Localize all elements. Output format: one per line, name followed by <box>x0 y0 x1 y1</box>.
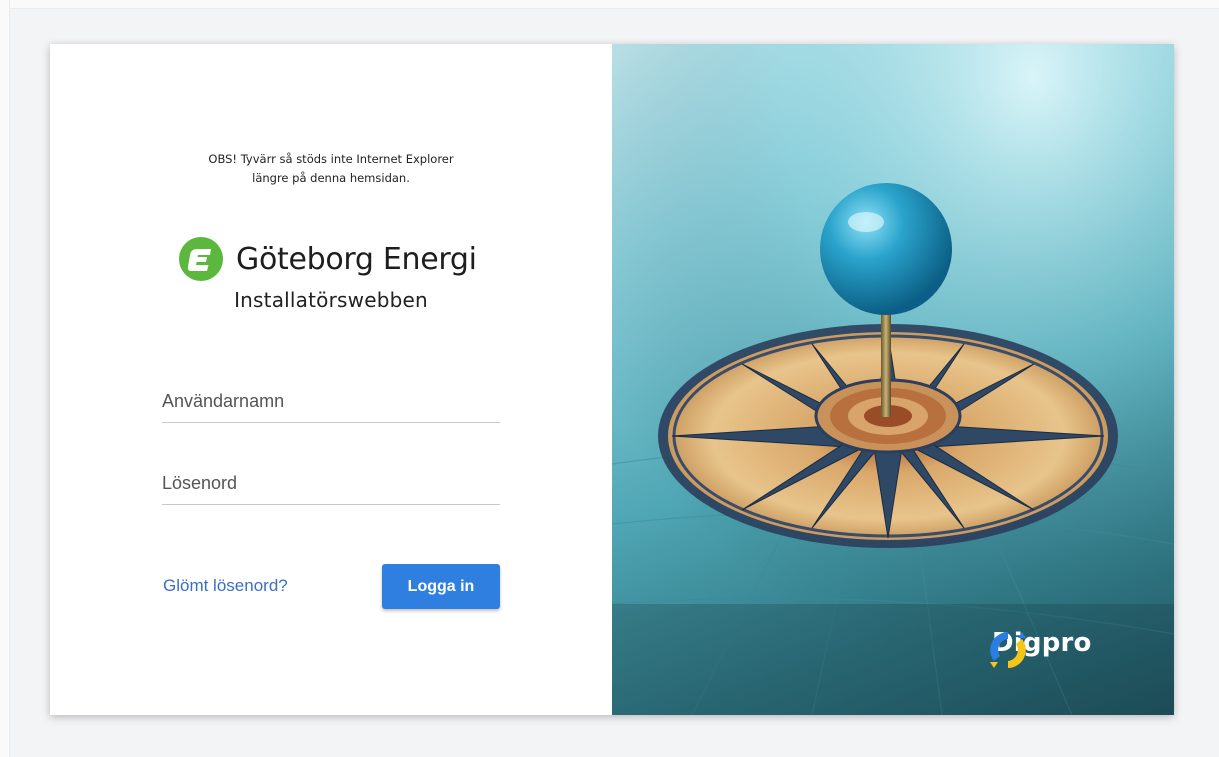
left-frame-edge <box>0 0 10 757</box>
goteborg-energi-logo-icon <box>179 237 223 281</box>
compass-pin-illustration <box>612 44 1174 715</box>
login-form-panel: OBS! Tyvärr så stöds inte Internet Explo… <box>50 44 612 715</box>
browser-notice-line2: längre på denna hemsidan. <box>252 171 410 185</box>
password-field[interactable] <box>162 462 500 505</box>
digpro-logo: Digpro <box>986 628 1092 668</box>
username-field[interactable] <box>162 380 500 423</box>
hero-image: Digpro <box>612 44 1174 715</box>
brand-name: Göteborg Energi <box>236 241 477 277</box>
app-name: Installatörswebben <box>234 288 428 312</box>
brand-logo: Göteborg Energi <box>178 234 477 284</box>
forgot-password-link[interactable]: Glömt lösenord? <box>163 576 288 596</box>
login-page: OBS! Tyvärr så stöds inte Internet Explo… <box>0 0 1219 757</box>
browser-notice-line1: OBS! Tyvärr så stöds inte Internet Explo… <box>208 152 454 166</box>
browser-notice: OBS! Tyvärr så stöds inte Internet Explo… <box>150 150 512 188</box>
login-card: OBS! Tyvärr så stöds inte Internet Explo… <box>50 44 1174 715</box>
digpro-logo-icon <box>990 632 1026 668</box>
login-button[interactable]: Logga in <box>382 564 500 609</box>
top-frame-edge <box>0 0 1219 9</box>
